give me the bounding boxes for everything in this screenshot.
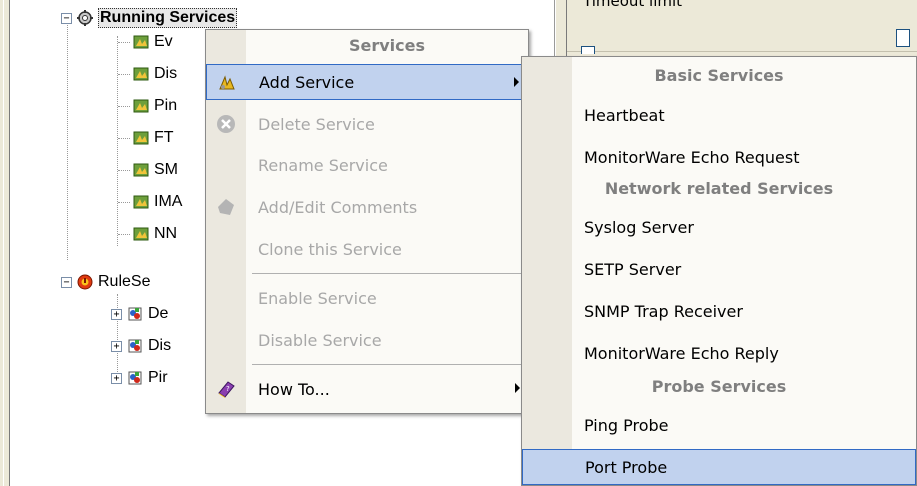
timeout-label: Timeout limit [583,0,683,10]
service-icon [132,193,150,211]
submenu-item-label: Ping Probe [584,415,669,435]
tree-node-label: IMA [154,193,183,210]
service-icon [132,97,150,115]
option-checkbox[interactable] [896,29,910,47]
comment-icon [216,197,236,217]
submenu-item-label: MonitorWare Echo Reply [584,343,779,363]
tree-node-ruleset[interactable]: + De [111,302,168,326]
expand-icon[interactable]: + [111,340,122,352]
tree-node-label: Dis [148,337,172,354]
tree-node-label: SM [154,161,178,178]
collapse-icon[interactable]: − [61,276,72,288]
service-icon [132,225,150,243]
menu-item-label: Add Service [259,72,355,92]
submenu-item-label: Heartbeat [584,105,665,125]
menu-header: Services [348,36,426,55]
tree-node-label: NN [154,225,178,242]
submenu-item-ping-probe[interactable]: Ping Probe [522,407,916,443]
tree-node-label: FT [154,129,174,146]
add-service-icon [217,73,237,93]
option-checkbox[interactable] [581,46,595,54]
window-left-border [0,0,10,486]
tree-node-label: Pir [148,369,168,386]
add-service-submenu: Basic Services Heartbeat MonitorWare Ech… [521,56,917,486]
menu-separator [252,273,524,274]
expand-icon[interactable]: + [111,372,122,384]
submenu-item-heartbeat[interactable]: Heartbeat [522,97,916,133]
rule-icon [126,369,144,387]
tree-node-service[interactable]: IMA [118,190,182,214]
tree-node-service[interactable]: Pin [118,94,177,118]
tree-node-label: Dis [154,65,178,82]
rule-icon [126,337,144,355]
submenu-item-snmp-trap-receiver[interactable]: SNMP Trap Receiver [522,293,916,329]
menu-item-label: How To... [258,379,330,399]
tree-node-service[interactable]: Ev [118,30,173,54]
tree-node-label: RuleSe [98,273,151,290]
tree-node-service[interactable]: SM [118,158,178,182]
tree-node-label: Running Services [98,8,238,28]
submenu-item-label: SETP Server [584,259,682,279]
submenu-item-echo-request[interactable]: MonitorWare Echo Request [522,139,916,175]
ruleset-icon [76,273,94,291]
tree-node-label: De [148,305,169,322]
menu-item-edit-comments[interactable]: Add/Edit Comments [206,189,528,225]
tree-guide-line [67,22,68,260]
svg-text:?: ? [226,385,230,393]
menu-item-rename-service[interactable]: Rename Service [206,147,528,183]
service-icon [132,33,150,51]
service-icon [132,129,150,147]
service-icon [132,161,150,179]
submenu-item-label: SNMP Trap Receiver [584,301,743,321]
tree-node-label: Ev [154,33,173,50]
submenu-item-label: Port Probe [585,457,668,477]
submenu-item-syslog-server[interactable]: Syslog Server [522,209,916,245]
menu-item-label: Enable Service [258,288,377,308]
menu-item-enable-service[interactable]: Enable Service [206,280,528,316]
submenu-section-header: Probe Services [651,377,787,396]
submenu-item-echo-reply[interactable]: MonitorWare Echo Reply [522,335,916,371]
service-icon [132,65,150,83]
menu-item-label: Disable Service [258,330,382,350]
menu-item-delete-service[interactable]: Delete Service [206,106,528,142]
tree-node-ruleset[interactable]: + Dis [111,334,171,358]
menu-item-label: Add/Edit Comments [258,197,418,217]
gear-services-icon [76,9,94,27]
tree-node-ruleset[interactable]: + Pir [111,366,168,390]
menu-item-clone-service[interactable]: Clone this Service [206,231,528,267]
help-book-icon: ? [216,379,236,399]
submenu-item-label: MonitorWare Echo Request [584,147,800,167]
tree-node-service[interactable]: FT [118,126,174,150]
rule-icon [126,305,144,323]
services-context-menu: Services Add Service Delete Service Rena… [205,29,529,414]
submenu-item-label: Syslog Server [584,217,694,237]
tree-node-service[interactable]: NN [118,222,177,246]
menu-item-how-to[interactable]: ? How To... [206,371,528,407]
menu-item-label: Clone this Service [258,239,402,259]
menu-item-disable-service[interactable]: Disable Service [206,322,528,358]
menu-item-add-service[interactable]: Add Service [206,64,528,100]
expand-icon[interactable]: + [111,308,122,320]
collapse-icon[interactable]: − [61,12,72,24]
menu-item-label: Rename Service [258,155,388,175]
submenu-section-header: Basic Services [654,66,784,85]
menu-item-label: Delete Service [258,114,375,134]
menu-separator [252,364,524,365]
submenu-item-setp-server[interactable]: SETP Server [522,251,916,287]
delete-icon [216,114,236,134]
properties-group: Timeout limit [567,0,917,54]
submenu-arrow-icon [514,77,519,87]
tree-node-service[interactable]: Dis [118,62,177,86]
submenu-item-port-probe[interactable]: Port Probe [522,449,916,485]
tree-node-rulesets[interactable]: − RuleSe [61,270,150,294]
submenu-section-header: Network related Services [604,179,834,198]
tree-node-label: Pin [154,97,178,114]
submenu-arrow-icon [515,383,520,393]
tree-node-running-services[interactable]: − Running Services [61,6,238,30]
